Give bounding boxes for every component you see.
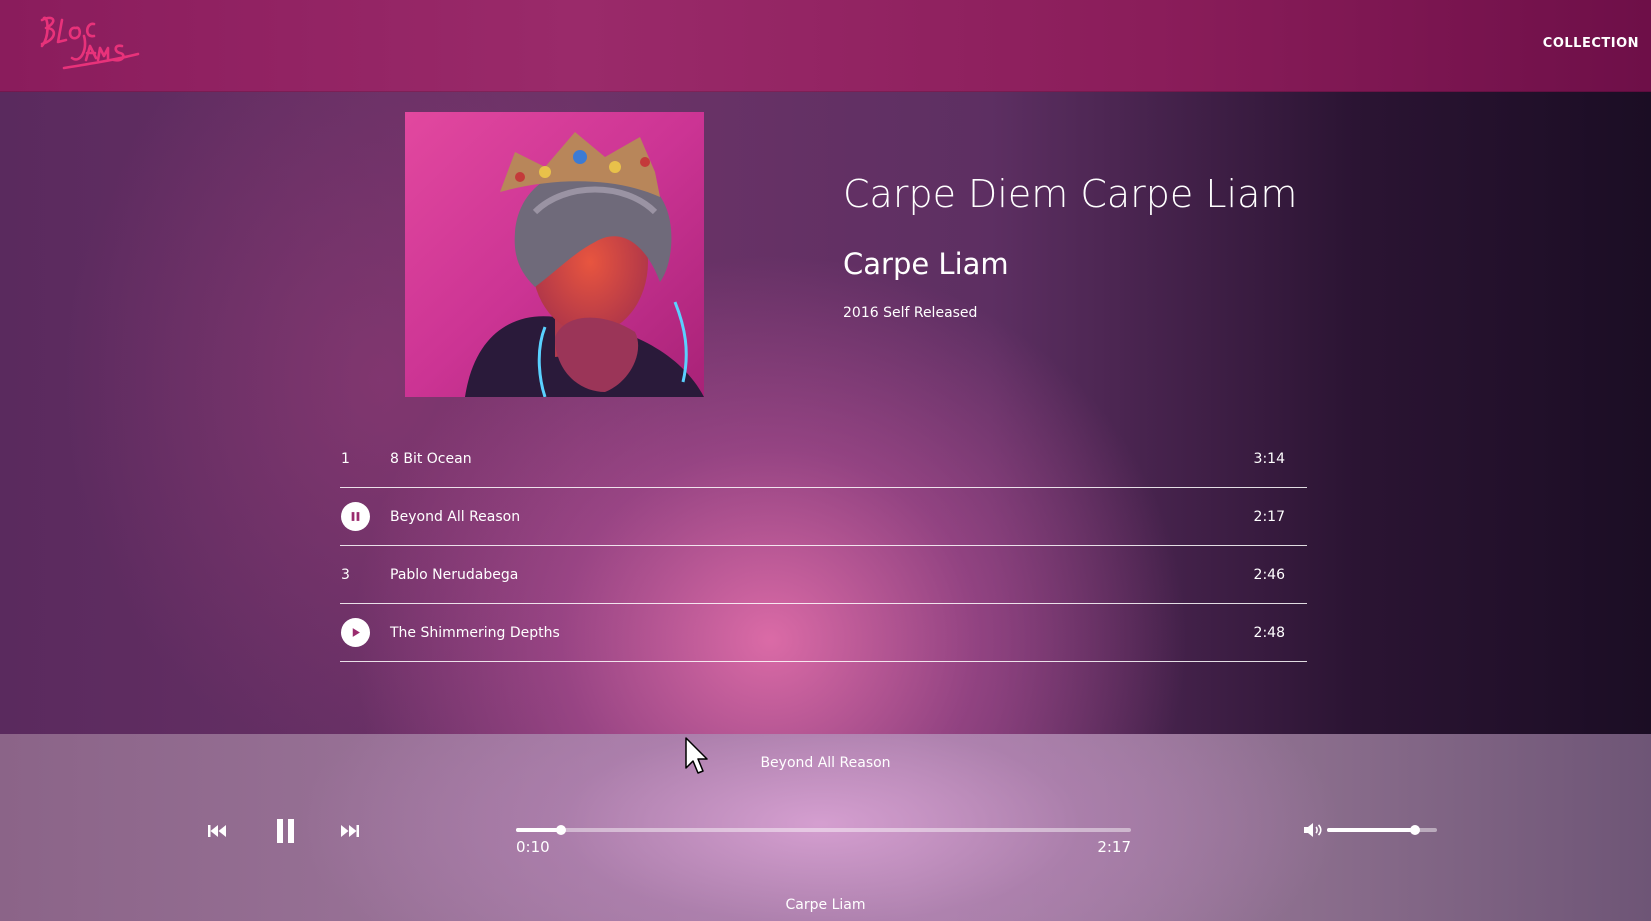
- nav-collection-link[interactable]: COLLECTION: [1543, 36, 1639, 51]
- song-state-cell[interactable]: [340, 502, 390, 531]
- album-release-info: 2016 Self Released: [843, 305, 978, 321]
- pause-button[interactable]: [276, 818, 296, 844]
- next-button[interactable]: [340, 823, 360, 839]
- next-icon: [341, 825, 359, 837]
- play-icon: [352, 628, 360, 637]
- volume-slider[interactable]: [1327, 825, 1437, 838]
- volume-icon: [1304, 823, 1322, 837]
- bloc-jams-logo[interactable]: [34, 6, 144, 76]
- album-cover-image: [405, 112, 704, 397]
- seek-fill: [516, 828, 561, 832]
- volume-button[interactable]: [1303, 822, 1323, 838]
- song-number[interactable]: 1: [340, 451, 390, 467]
- song-duration: 2:46: [1253, 566, 1285, 583]
- player-bar: Beyond All Reason 0:10 2:17 Carpe Liam: [0, 734, 1651, 921]
- song-title: 8 Bit Ocean: [390, 450, 472, 467]
- volume-fill: [1327, 828, 1415, 832]
- song-row[interactable]: The Shimmering Depths 2:48: [340, 604, 1307, 662]
- seek-thumb[interactable]: [555, 825, 566, 835]
- song-title: The Shimmering Depths: [390, 624, 560, 641]
- logo-script-icon: [40, 16, 140, 70]
- album-artist: Carpe Liam: [843, 247, 1009, 281]
- song-title: Beyond All Reason: [390, 508, 521, 525]
- song-duration: 3:14: [1253, 450, 1285, 467]
- seek-bar[interactable]: 0:10 2:17: [516, 825, 1131, 878]
- pause-icon: [277, 819, 294, 843]
- previous-icon: [208, 825, 226, 837]
- song-state-cell[interactable]: [340, 618, 390, 647]
- song-row[interactable]: Beyond All Reason 2:17: [340, 488, 1307, 546]
- now-playing-artist: Carpe Liam: [785, 897, 866, 913]
- song-duration: 2:17: [1253, 508, 1285, 525]
- song-title: Pablo Nerudabega: [390, 566, 519, 583]
- top-navbar: COLLECTION: [0, 0, 1651, 92]
- pause-icon: [351, 512, 360, 521]
- song-list: 1 8 Bit Ocean 3:14 Beyond All Reason 2:1…: [340, 430, 1307, 662]
- song-duration: 2:48: [1253, 624, 1285, 641]
- song-row[interactable]: 3 Pablo Nerudabega 2:46: [340, 546, 1307, 604]
- volume-thumb[interactable]: [1410, 825, 1420, 835]
- current-time: 0:10: [516, 838, 550, 856]
- song-play-button[interactable]: [341, 618, 370, 647]
- song-pause-button[interactable]: [341, 502, 370, 531]
- seek-track[interactable]: [516, 828, 1131, 832]
- song-number[interactable]: 3: [340, 567, 390, 583]
- song-row[interactable]: 1 8 Bit Ocean 3:14: [340, 430, 1307, 488]
- now-playing-song: Beyond All Reason: [760, 755, 891, 771]
- previous-button[interactable]: [207, 823, 227, 839]
- total-time: 2:17: [1097, 838, 1131, 856]
- album-title: Carpe Diem Carpe Liam: [843, 172, 1298, 216]
